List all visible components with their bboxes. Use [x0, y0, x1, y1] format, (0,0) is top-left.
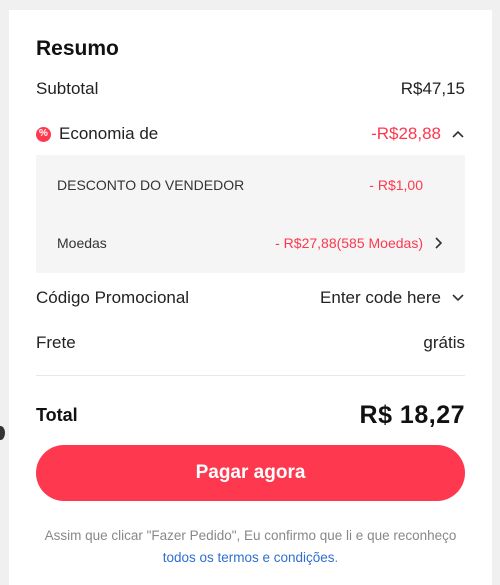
total-row: Total R$ 18,27 [36, 400, 465, 430]
shipping-row: Frete grátis [36, 332, 465, 354]
coins-row[interactable]: Moedas - R$27,88(585 Moedas) [57, 233, 445, 253]
subtotal-label: Subtotal [36, 79, 99, 98]
coins-label: Moedas [57, 235, 107, 251]
subtotal-row: Subtotal R$47,15 [36, 78, 465, 100]
chevron-right-icon[interactable] [431, 236, 445, 250]
promo-code-label: Código Promocional [36, 288, 190, 307]
savings-label: Economia de [59, 124, 159, 143]
edge-handle [0, 426, 5, 440]
total-value: R$ 18,27 [359, 400, 465, 429]
promo-code-row[interactable]: Código Promocional Enter code here [36, 287, 465, 309]
terms-text: Assim que clicar "Fazer Pedido", Eu conf… [44, 528, 457, 543]
subtotal-value: R$47,15 [400, 79, 465, 98]
summary-title: Resumo [36, 37, 119, 60]
seller-discount-value: - R$1,00 [369, 177, 423, 193]
shipping-value: grátis [423, 333, 465, 352]
divider [36, 375, 465, 376]
terms-link[interactable]: todos os termos e condições [163, 550, 335, 565]
chevron-down-icon[interactable] [451, 291, 465, 305]
coins-value: - R$27,88(585 Moedas) [275, 235, 423, 251]
savings-row[interactable]: % Economia de -R$28,88 [36, 123, 465, 145]
terms-notice: Assim que clicar "Fazer Pedido", Eu conf… [36, 525, 465, 569]
total-label: Total [36, 404, 78, 425]
promo-code-input[interactable]: Enter code here [320, 288, 441, 308]
order-summary-card: Resumo Subtotal R$47,15 % Economia de -R… [9, 10, 492, 585]
savings-breakdown: DESCONTO DO VENDEDOR - R$1,00 Moedas - R… [36, 155, 465, 273]
seller-discount-label: DESCONTO DO VENDEDOR [57, 177, 245, 193]
terms-suffix: . [334, 550, 339, 565]
seller-discount-row: DESCONTO DO VENDEDOR - R$1,00 [57, 175, 445, 195]
savings-value: -R$28,88 [371, 124, 441, 143]
pay-now-button[interactable]: Pagar agora [36, 445, 465, 501]
shipping-label: Frete [36, 333, 76, 352]
percent-badge-icon: % [36, 126, 51, 142]
chevron-up-icon[interactable] [451, 127, 465, 141]
